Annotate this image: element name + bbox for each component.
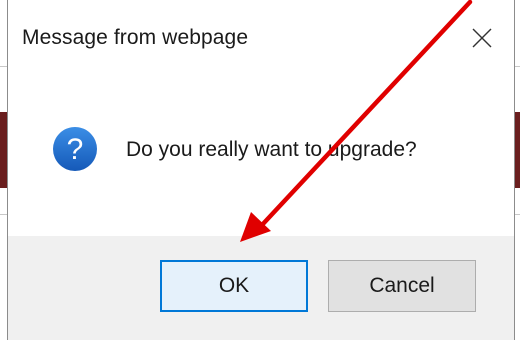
svg-text:?: ? <box>67 133 84 166</box>
close-icon <box>472 28 492 48</box>
background-banner <box>0 112 7 188</box>
dialog-footer: OK Cancel <box>8 236 514 340</box>
close-button[interactable] <box>460 18 504 58</box>
message-dialog: Message from webpage ? Do you really wan… <box>7 0 515 340</box>
dialog-message: Do you really want to upgrade? <box>126 138 417 161</box>
cancel-button[interactable]: Cancel <box>328 260 476 312</box>
ok-button[interactable]: OK <box>160 260 308 312</box>
background-banner <box>515 112 520 188</box>
dialog-title-bar[interactable]: Message from webpage <box>8 0 514 80</box>
dialog-title: Message from webpage <box>22 26 249 49</box>
question-icon: ? <box>53 127 97 171</box>
dialog-content: ? Do you really want to upgrade? <box>8 80 514 236</box>
